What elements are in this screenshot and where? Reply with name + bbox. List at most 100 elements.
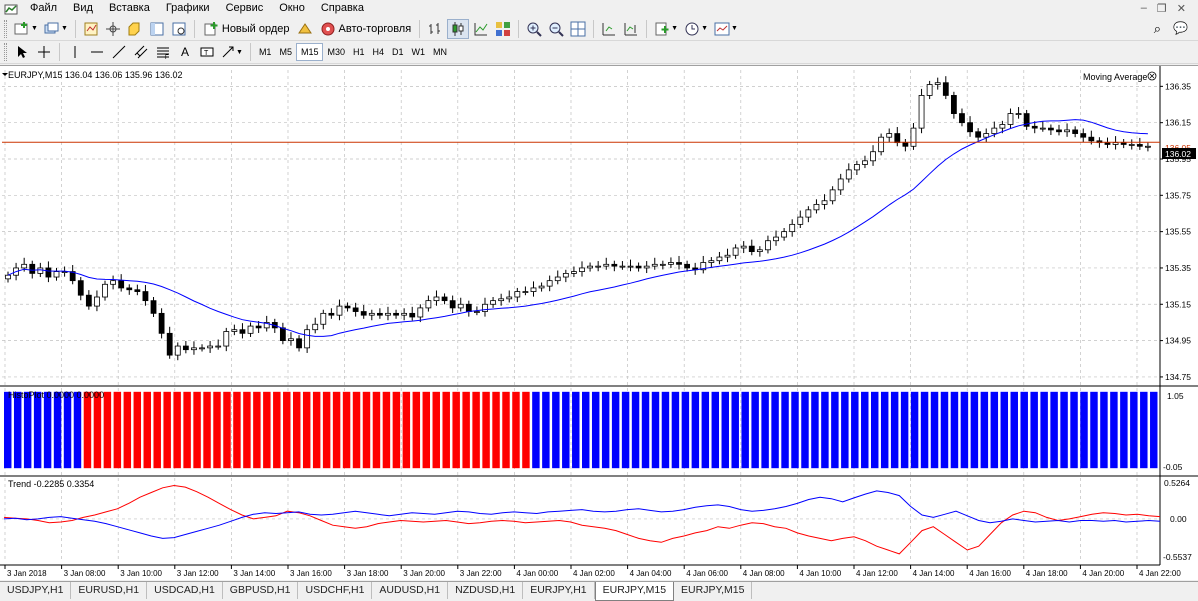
candle <box>1104 137 1111 149</box>
arrows-button[interactable]: ▼ <box>219 42 245 62</box>
timeframe-d1[interactable]: D1 <box>388 43 408 61</box>
menu-insert[interactable]: Вставка <box>101 0 158 17</box>
tab-audusd-h1[interactable]: AUDUSD,H1 <box>372 582 449 599</box>
menu-window[interactable]: Окно <box>271 0 313 17</box>
templates-button[interactable]: ▼ <box>712 19 740 39</box>
timeframe-m30[interactable]: M30 <box>323 43 349 61</box>
metaeditor-button[interactable] <box>295 19 315 39</box>
menu-view[interactable]: Вид <box>65 0 101 17</box>
candle <box>433 290 440 306</box>
candle <box>328 308 335 319</box>
fibonacci-button[interactable]: F <box>153 42 173 62</box>
timeframe-w1[interactable]: W1 <box>408 43 430 61</box>
histogram-bar <box>203 391 211 469</box>
profiles-button[interactable]: ▼ <box>42 19 70 39</box>
candle <box>902 139 909 152</box>
restore-icon[interactable]: ❐ <box>1157 2 1167 15</box>
menu-file[interactable]: Файл <box>22 0 65 17</box>
terminal-button[interactable] <box>147 19 167 39</box>
candle <box>199 344 205 352</box>
tab-usdjpy-h1[interactable]: USDJPY,H1 <box>0 582 72 599</box>
candle-body <box>587 265 593 269</box>
chart-window[interactable]: 3 Jan 2018 3 Jan 08:00 3 Jan 10:00 3 Jan 12… <box>0 65 1198 580</box>
histogram-bar <box>532 391 540 469</box>
autotrading-label: Авто-торговля <box>338 22 412 35</box>
menu-charts[interactable]: Графики <box>158 0 218 17</box>
chart-canvas[interactable]: 3 Jan 2018 3 Jan 08:00 3 Jan 10:00 3 Jan 12… <box>0 66 1198 581</box>
autotrading-button[interactable]: Авто-торговля <box>316 19 416 39</box>
timeframe-m1[interactable]: M1 <box>255 43 276 61</box>
tab-eurusd-h1[interactable]: EURUSD,H1 <box>71 582 148 599</box>
time-axis-label: 4 Jan 02:00 <box>573 569 615 578</box>
candle <box>538 282 545 292</box>
tab-usdchf-h1[interactable]: USDCHF,H1 <box>298 582 373 599</box>
search-icon[interactable]: ⌕ <box>1154 21 1161 37</box>
candle <box>934 77 941 90</box>
histogram-bar <box>432 391 440 469</box>
timeframe-m5[interactable]: M5 <box>275 43 296 61</box>
text-tool-button[interactable]: A <box>175 42 195 62</box>
close-icon[interactable]: ✕ <box>1177 2 1186 15</box>
menu-help[interactable]: Справка <box>313 0 372 17</box>
data-window-button[interactable] <box>103 19 123 39</box>
equidistant-channel-button[interactable] <box>131 42 151 62</box>
tab-nzdusd-h1[interactable]: NZDUSD,H1 <box>448 582 524 599</box>
candle-body <box>781 231 788 238</box>
trendline-button[interactable] <box>109 42 129 62</box>
histogram-bar <box>1060 391 1068 469</box>
candle <box>482 297 488 317</box>
timeframe-h1[interactable]: H1 <box>349 43 369 61</box>
tab-gbpusd-h1[interactable]: GBPUSD,H1 <box>223 582 299 599</box>
candle <box>1120 139 1127 149</box>
menu-tools[interactable]: Сервис <box>218 0 272 17</box>
tile-windows-button[interactable] <box>493 19 513 39</box>
strategy-tester-button[interactable] <box>169 19 189 39</box>
timeframe-h4[interactable]: H4 <box>369 43 389 61</box>
candle-body <box>562 273 569 278</box>
tab-eurjpy-h1[interactable]: EURJPY,H1 <box>523 582 595 599</box>
new-chart-button[interactable]: ▼ <box>12 19 40 39</box>
periods-button[interactable]: ▼ <box>682 19 710 39</box>
tab-eurjpy-m15-2[interactable]: EURJPY,M15 <box>674 582 753 599</box>
cursor-button[interactable] <box>12 42 32 62</box>
autoscroll-button[interactable] <box>599 19 619 39</box>
histogram-bar <box>382 391 391 469</box>
candle <box>756 246 763 257</box>
chat-icon[interactable]: 💬 <box>1173 21 1188 37</box>
minimize-icon[interactable]: – <box>1141 2 1147 15</box>
candlestick-button[interactable] <box>447 18 470 39</box>
tile-charts-button[interactable] <box>568 19 588 39</box>
histogram-bar <box>1100 391 1108 469</box>
candle-body <box>126 287 133 291</box>
candle-body <box>975 131 982 138</box>
tab-eurjpy-m15[interactable]: EURJPY,M15 <box>594 582 675 601</box>
text-label-button[interactable]: T <box>197 42 217 62</box>
tab-usdcad-h1[interactable]: USDCAD,H1 <box>147 582 223 599</box>
candle-body <box>29 263 36 274</box>
zoom-out-button[interactable] <box>546 19 566 39</box>
crosshair-button[interactable] <box>34 42 54 62</box>
zoom-in-button[interactable] <box>524 19 544 39</box>
bar-chart-button[interactable] <box>425 19 445 39</box>
trend-axis-mid: 0.00 <box>1170 514 1187 524</box>
vertical-line-button[interactable] <box>65 42 85 62</box>
chart-shift-button[interactable] <box>621 19 641 39</box>
line-chart-button[interactable] <box>471 19 491 39</box>
market-watch-button[interactable] <box>81 19 101 39</box>
candle-body <box>110 280 116 285</box>
timeframe-mn[interactable]: MN <box>429 43 451 61</box>
horizontal-line-button[interactable] <box>87 42 107 62</box>
toolbar-grip[interactable] <box>4 43 7 61</box>
candle-body <box>934 82 941 85</box>
candle-body <box>174 345 181 356</box>
candle <box>878 133 885 156</box>
app-icon[interactable] <box>4 2 18 16</box>
new-order-button[interactable]: Новый ордер <box>199 19 294 39</box>
candle <box>562 269 569 283</box>
timeframe-m15[interactable]: M15 <box>295 43 324 61</box>
close-indicator-icon[interactable] <box>1147 71 1157 81</box>
candle-body <box>191 347 197 351</box>
toolbar-grip[interactable] <box>4 19 7 38</box>
navigator-button[interactable] <box>125 19 145 39</box>
indicators-button[interactable]: ▼ <box>652 19 680 39</box>
